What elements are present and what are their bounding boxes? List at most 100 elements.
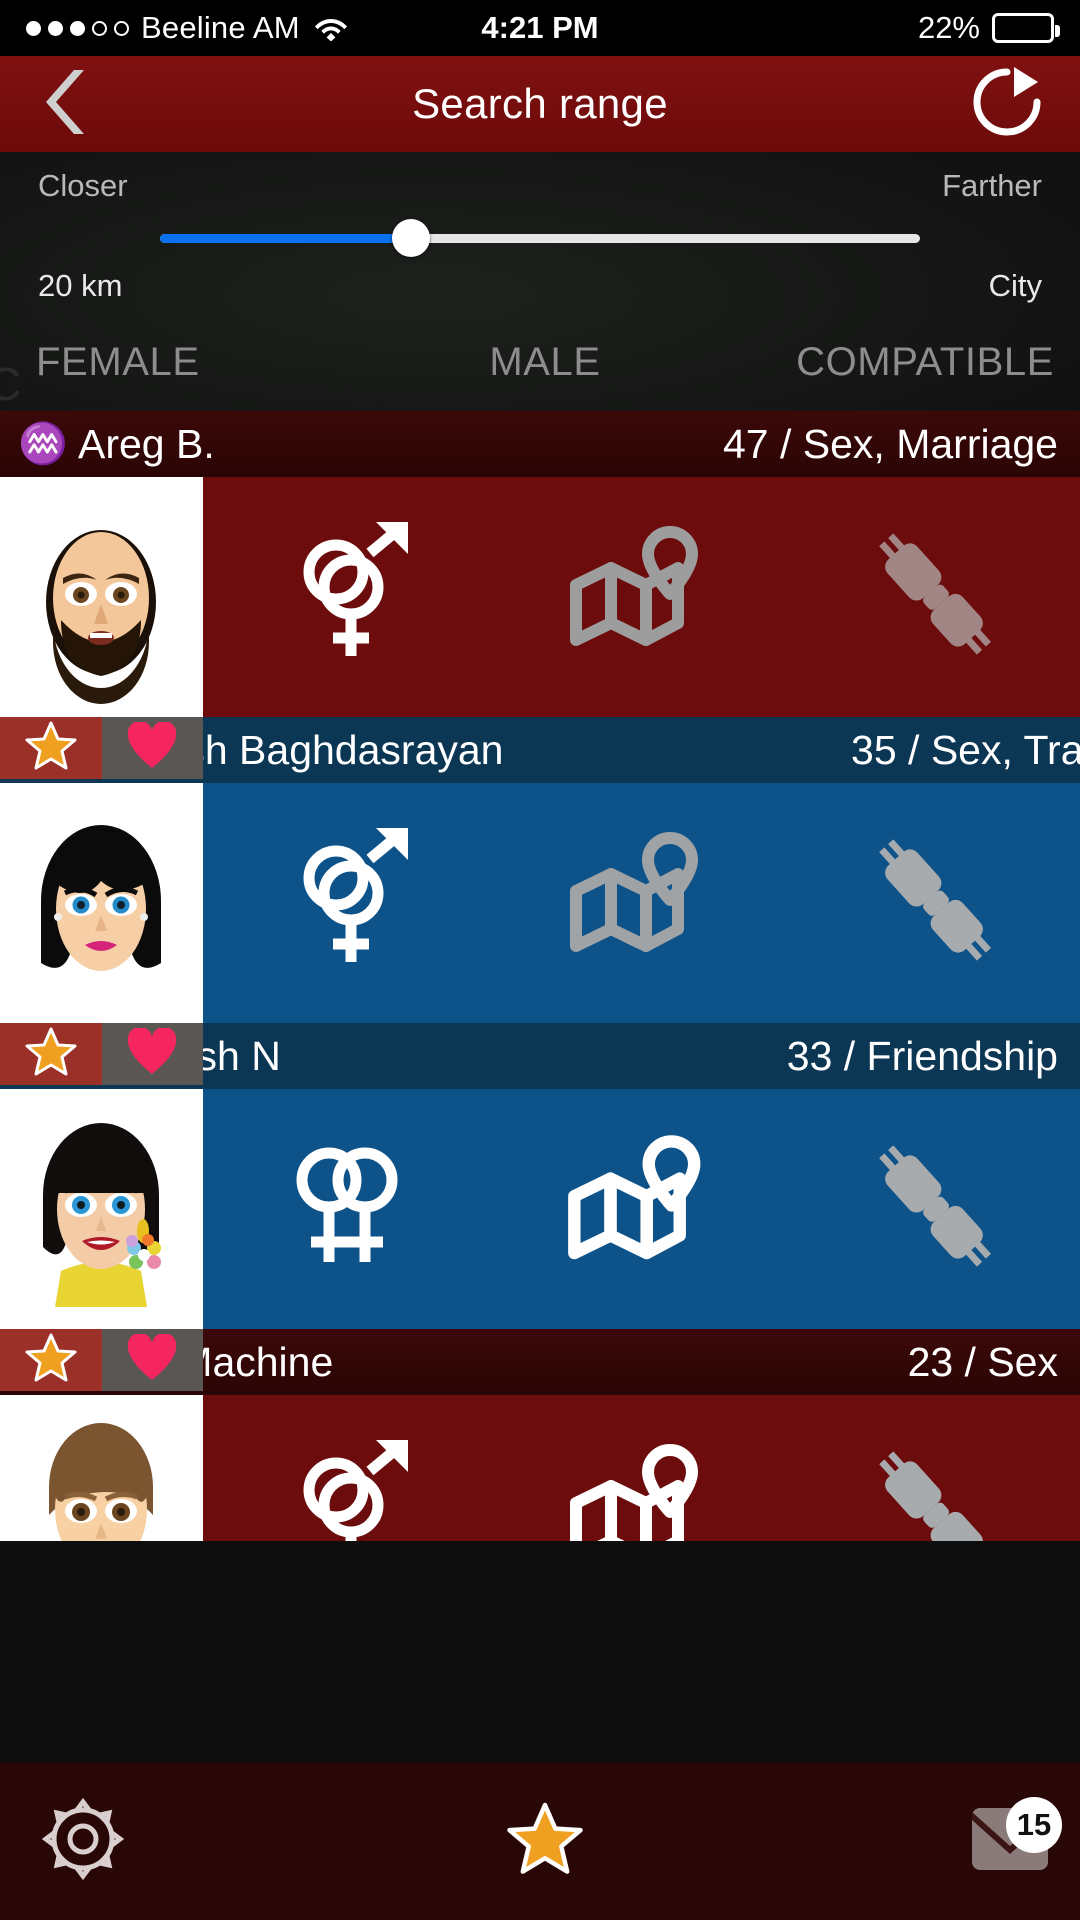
person-meta: 35 / Sex, Trav <box>851 726 1080 773</box>
male-female-interlocked-icon <box>284 520 414 675</box>
signal-dot <box>48 20 63 36</box>
person-card-body <box>0 1089 1080 1391</box>
map-button[interactable] <box>495 1438 787 1541</box>
map-button[interactable] <box>495 520 787 675</box>
navigation-bar: Search range <box>0 56 1080 152</box>
unread-badge: 15 <box>1006 1796 1063 1853</box>
back-button[interactable] <box>26 56 110 152</box>
star-icon <box>25 1333 77 1388</box>
gender-preference-button[interactable] <box>203 520 495 675</box>
map-pin-icon <box>566 1438 716 1541</box>
slider-thumb[interactable] <box>391 219 430 257</box>
plug-icon <box>864 836 1004 971</box>
battery-percent: 22% <box>917 10 980 45</box>
like-button[interactable] <box>101 1023 203 1085</box>
person-card[interactable]: ♒ Areg B. 47 / Sex, Marriage <box>0 411 1080 779</box>
heart-icon <box>126 1332 178 1387</box>
back-chevron-icon <box>44 66 92 143</box>
card-actions <box>0 717 203 779</box>
plug-icon <box>864 530 1004 665</box>
app-root: Beeline AM 4:21 PM 22% Search range C Cl… <box>0 0 1080 1920</box>
person-card-header: ♒ Areg B. 47 / Sex, Marriage <box>0 411 1080 477</box>
male-female-interlocked-icon <box>284 826 414 981</box>
favorite-button[interactable] <box>0 1329 102 1391</box>
refresh-button[interactable] <box>960 56 1054 152</box>
map-pin-icon <box>564 1129 719 1289</box>
settings-tab[interactable] <box>0 1796 377 1887</box>
like-button[interactable] <box>101 717 203 779</box>
signal-dot <box>92 20 107 36</box>
person-card-body <box>0 783 1080 1085</box>
card-actions <box>0 1329 203 1391</box>
person-card-body <box>0 477 1080 779</box>
heart-icon <box>126 720 178 775</box>
status-bar-left: Beeline AM <box>26 10 348 46</box>
signal-dot <box>114 20 129 36</box>
wifi-icon <box>314 15 348 42</box>
plug-icon <box>864 1142 1004 1277</box>
slider-track[interactable] <box>160 219 920 257</box>
online-status-button[interactable] <box>788 1448 1080 1541</box>
ghost-character: C <box>0 358 22 410</box>
avatar[interactable] <box>0 1395 203 1541</box>
range-label-closer: Closer <box>38 168 128 203</box>
tab-compatible[interactable]: COMPATIBLE <box>715 340 1080 385</box>
slider-fill <box>160 233 411 243</box>
online-status-button[interactable] <box>788 1142 1080 1277</box>
person-card-icons <box>203 1089 1080 1329</box>
card-actions <box>0 1023 203 1085</box>
status-bar-right: 22% <box>917 10 1060 46</box>
favorite-button[interactable] <box>0 717 102 779</box>
star-icon <box>506 1802 584 1881</box>
bottom-tab-bar: 15 <box>0 1762 1080 1920</box>
heart-icon <box>126 1026 178 1081</box>
gender-preference-button[interactable] <box>203 1438 495 1541</box>
signal-dot <box>70 20 85 36</box>
messages-tab[interactable]: 15 <box>713 1796 1080 1881</box>
star-icon <box>25 721 77 776</box>
range-endpoint-labels: Closer Farther <box>0 152 1080 204</box>
map-pin-icon <box>566 520 716 675</box>
avatar[interactable] <box>0 783 203 1085</box>
aquarius-icon: ♒ <box>18 422 68 466</box>
person-card-icons <box>203 477 1080 717</box>
male-female-interlocked-icon <box>284 1438 414 1541</box>
person-card-icons <box>203 783 1080 1023</box>
gear-icon <box>40 1796 126 1887</box>
search-range-panel: C Closer Farther 20 km City FEMALE MALE … <box>0 152 1080 411</box>
favorites-tab[interactable] <box>377 1802 714 1881</box>
double-female-icon <box>279 1132 419 1287</box>
status-bar: Beeline AM 4:21 PM 22% <box>0 0 1080 56</box>
range-label-farther: Farther <box>942 168 1042 203</box>
person-meta: 33 / Friendship <box>786 1032 1058 1079</box>
gender-preference-button[interactable] <box>203 826 495 981</box>
favorite-button[interactable] <box>0 1023 102 1085</box>
gender-filter-tabs: FEMALE MALE COMPATIBLE <box>0 304 1080 411</box>
map-pin-icon <box>566 826 716 981</box>
tab-male[interactable]: MALE <box>375 340 714 385</box>
avatar[interactable] <box>0 477 203 779</box>
avatar[interactable] <box>0 1089 203 1391</box>
signal-dot <box>26 20 41 36</box>
online-status-button[interactable] <box>788 530 1080 665</box>
range-value-labels: 20 km City <box>0 262 1080 304</box>
tab-female[interactable]: FEMALE <box>0 340 375 385</box>
results-list[interactable]: ♒ Areg B. 47 / Sex, Marriage Vardush Bag… <box>0 411 1080 1541</box>
battery-icon <box>992 13 1060 43</box>
person-name: Areg B. <box>78 420 215 467</box>
range-value-city: City <box>988 268 1042 303</box>
range-value-distance: 20 km <box>38 268 123 303</box>
person-card-body <box>0 1395 1080 1541</box>
carrier-name: Beeline AM <box>141 10 300 45</box>
map-button[interactable] <box>495 1129 787 1289</box>
online-status-button[interactable] <box>788 836 1080 971</box>
map-button[interactable] <box>495 826 787 981</box>
plug-icon <box>864 1448 1004 1541</box>
gender-preference-button[interactable] <box>203 1132 495 1287</box>
like-button[interactable] <box>101 1329 203 1391</box>
person-card-icons <box>203 1395 1080 1541</box>
star-icon <box>25 1027 77 1082</box>
refresh-icon <box>968 63 1046 146</box>
range-slider[interactable] <box>0 204 1080 262</box>
person-meta: 47 / Sex, Marriage <box>723 420 1058 467</box>
